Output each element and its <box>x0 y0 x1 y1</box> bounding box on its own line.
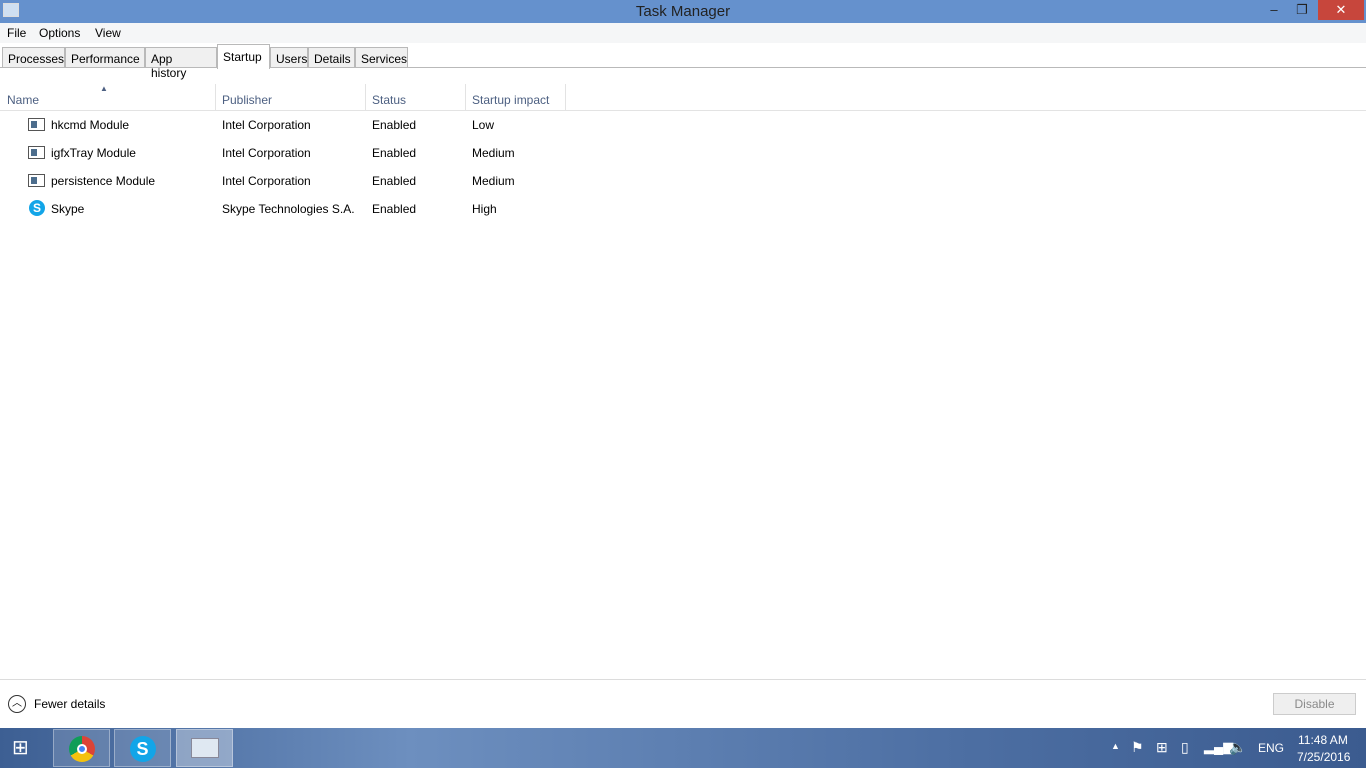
row-impact: Medium <box>472 146 515 160</box>
title-bar: Task Manager – ❐ ✕ <box>0 0 1366 23</box>
row-publisher: Intel Corporation <box>222 118 311 132</box>
row-impact: High <box>472 202 497 216</box>
module-icon <box>28 118 45 131</box>
table-row[interactable]: hkcmd Module Intel Corporation Enabled L… <box>0 111 1366 139</box>
row-name: igfxTray Module <box>51 146 136 160</box>
table-row[interactable]: persistence Module Intel Corporation Ena… <box>0 167 1366 195</box>
menu-file[interactable]: File <box>7 26 26 40</box>
windows-start-icon[interactable]: ⊞ <box>12 738 38 758</box>
column-startup-impact[interactable]: Startup impact <box>472 93 549 107</box>
column-name[interactable]: Name <box>7 93 39 107</box>
tab-processes[interactable]: Processes <box>2 47 65 68</box>
row-name: persistence Module <box>51 174 156 188</box>
chrome-icon <box>68 736 95 762</box>
action-center-flag-icon[interactable]: ⚑ <box>1131 739 1144 756</box>
table-row[interactable]: S Skype Skype Technologies S.A. Enabled … <box>0 195 1366 223</box>
table-row[interactable]: igfxTray Module Intel Corporation Enable… <box>0 139 1366 167</box>
module-icon <box>28 174 45 187</box>
window-title: Task Manager <box>635 3 731 20</box>
menu-bar: File Options View <box>0 23 1366 43</box>
restore-button[interactable]: ❐ <box>1288 0 1316 20</box>
column-publisher[interactable]: Publisher <box>222 93 272 107</box>
skype-taskbar-button[interactable]: S <box>114 729 171 767</box>
chrome-taskbar-button[interactable] <box>53 729 110 767</box>
skype-icon: S <box>29 200 45 216</box>
row-publisher: Intel Corporation <box>222 174 311 188</box>
battery-icon[interactable]: ▯ <box>1181 739 1189 756</box>
row-impact: Low <box>472 118 495 132</box>
tab-details[interactable]: Details <box>308 47 355 68</box>
clock-date[interactable]: 7/25/2016 <box>1297 750 1350 764</box>
clock-time[interactable]: 11:48 AM <box>1298 733 1348 747</box>
row-publisher: Intel Corporation <box>222 146 311 160</box>
taskbar: ⊞ S ▲ ⚑ ⊞ ▯ ▂▄▆ 🔈 ENG 11:48 AM 7/25/2016 <box>0 728 1366 768</box>
tab-performance[interactable]: Performance <box>65 47 145 68</box>
row-name: hkcmd Module <box>51 118 130 132</box>
chevron-up-icon[interactable]: ︿ <box>8 695 26 713</box>
column-status[interactable]: Status <box>372 93 406 107</box>
volume-icon[interactable]: 🔈 <box>1229 739 1246 756</box>
row-publisher: Skype Technologies S.A. <box>222 202 355 216</box>
row-status: Enabled <box>372 174 417 188</box>
show-hidden-icons[interactable]: ▲ <box>1111 741 1120 751</box>
tab-bar: Processes Performance App history Startu… <box>0 43 1366 80</box>
close-button[interactable]: ✕ <box>1318 0 1364 20</box>
row-impact: Medium <box>472 174 515 188</box>
disable-button[interactable]: Disable <box>1273 693 1356 715</box>
windows-update-warning-icon[interactable]: ⊞ <box>1156 739 1168 756</box>
minimize-button[interactable]: – <box>1260 0 1288 20</box>
sort-ascending-icon: ▲ <box>100 84 108 93</box>
task-manager-icon <box>190 738 219 758</box>
column-headers: ▲ Name Publisher Status Startup impact <box>0 84 1366 111</box>
tab-services[interactable]: Services <box>355 47 408 68</box>
menu-view[interactable]: View <box>95 26 121 40</box>
skype-icon: S <box>129 736 156 762</box>
tab-startup[interactable]: Startup <box>217 44 270 69</box>
task-manager-taskbar-button[interactable] <box>176 729 233 767</box>
row-name: Skype <box>51 202 85 216</box>
row-status: Enabled <box>372 146 417 160</box>
module-icon <box>28 146 45 159</box>
menu-options[interactable]: Options <box>39 26 80 40</box>
row-status: Enabled <box>372 202 417 216</box>
fewer-details-link[interactable]: Fewer details <box>34 697 105 711</box>
tab-app-history[interactable]: App history <box>145 47 217 80</box>
row-status: Enabled <box>372 118 417 132</box>
footer: ︿ Fewer details Disable <box>0 679 1366 728</box>
tab-users[interactable]: Users <box>270 47 308 68</box>
language-indicator[interactable]: ENG <box>1258 741 1284 755</box>
